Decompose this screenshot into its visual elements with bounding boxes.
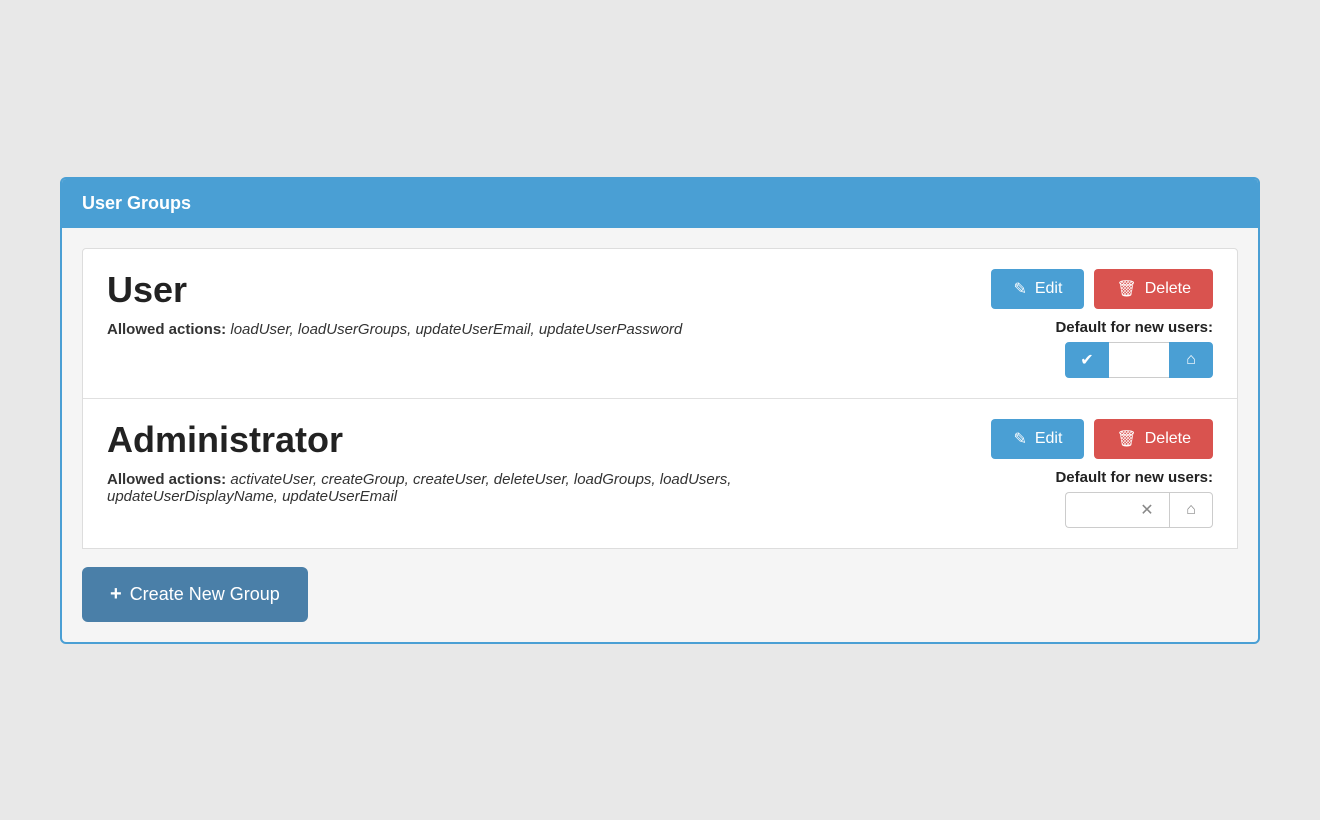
group-row-user: User Allowed actions: loadUser, loadUser… [83,249,1237,399]
trash-icon-user: 🗑 [1116,279,1136,299]
edit-button-user[interactable]: ✎ Edit [991,269,1084,309]
panel-body: User Allowed actions: loadUser, loadUser… [62,228,1258,642]
toggle-home-admin[interactable]: ⌂ [1169,492,1213,528]
default-section-user: Default for new users: ✔ ⌂ [1055,319,1213,378]
default-label-admin: Default for new users: [1055,469,1213,486]
delete-button-admin[interactable]: 🗑 Delete [1094,419,1213,459]
trash-icon-admin: 🗑 [1116,429,1136,449]
delete-button-user[interactable]: 🗑 Delete [1094,269,1213,309]
actions-label-admin: Allowed actions: [107,471,226,488]
group-actions-user: Allowed actions: loadUser, loadUserGroup… [107,321,893,338]
plus-icon: + [110,583,122,606]
group-info-user: User Allowed actions: loadUser, loadUser… [107,269,933,338]
default-toggle-admin: ✕ ⌂ [1065,492,1213,528]
user-groups-panel: User Groups User Allowed actions: loadUs… [60,177,1260,644]
btn-row-user: ✎ Edit 🗑 Delete [991,269,1213,309]
default-label-user: Default for new users: [1055,319,1213,336]
default-toggle-user: ✔ ⌂ [1065,342,1213,378]
default-section-admin: Default for new users: ✕ ⌂ [1055,469,1213,528]
group-actions-admin: Allowed actions: activateUser, createGro… [107,471,893,505]
group-row-admin: Administrator Allowed actions: activateU… [83,399,1237,548]
create-new-group-button[interactable]: + Create New Group [82,567,308,622]
toggle-input-admin[interactable] [1065,492,1125,528]
panel-header: User Groups [62,179,1258,228]
toggle-input-user[interactable] [1109,342,1169,378]
edit-icon-user: ✎ [1013,279,1026,299]
group-name-admin: Administrator [107,419,893,461]
btn-row-admin: ✎ Edit 🗑 Delete [991,419,1213,459]
group-controls-user: ✎ Edit 🗑 Delete Default for new users: ✔ [933,269,1213,378]
actions-label-user: Allowed actions: [107,321,226,338]
edit-icon-admin: ✎ [1013,429,1026,449]
group-info-admin: Administrator Allowed actions: activateU… [107,419,933,505]
create-button-label: Create New Group [130,584,280,605]
toggle-home-user[interactable]: ⌂ [1169,342,1213,378]
group-controls-admin: ✎ Edit 🗑 Delete Default for new users: ✕ [933,419,1213,528]
edit-button-admin[interactable]: ✎ Edit [991,419,1084,459]
toggle-x-admin[interactable]: ✕ [1125,492,1169,528]
group-name-user: User [107,269,893,311]
groups-container: User Allowed actions: loadUser, loadUser… [82,248,1238,549]
toggle-check-user[interactable]: ✔ [1065,342,1109,378]
panel-title: User Groups [82,193,191,213]
actions-list-user: loadUser, loadUserGroups, updateUserEmai… [230,321,682,338]
